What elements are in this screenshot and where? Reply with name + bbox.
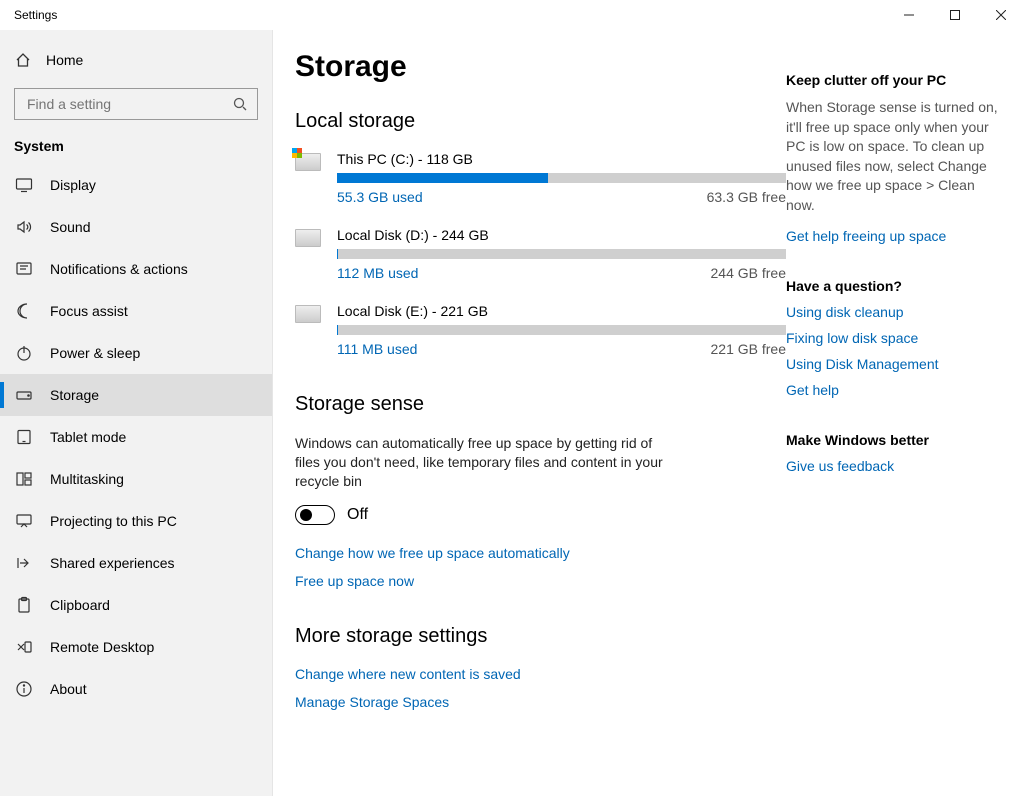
nav-remote-desktop[interactable]: Remote Desktop [0, 626, 272, 668]
drive-e[interactable]: Local Disk (E:) - 221 GB 111 MB used 221… [295, 303, 786, 357]
drive-name: Local Disk (D:) - 244 GB [337, 227, 786, 243]
drive-name: Local Disk (E:) - 221 GB [337, 303, 786, 319]
help-pane: Keep clutter off your PC When Storage se… [786, 30, 1024, 796]
drive-usage-bar [337, 173, 786, 183]
sidebar: Home System Display Sound [0, 30, 273, 796]
nav-label: Remote Desktop [50, 639, 154, 655]
nav-list: Display Sound Notifications & actions Fo… [0, 164, 272, 710]
page-title: Storage [295, 50, 786, 84]
storage-sense-heading: Storage sense [295, 393, 786, 416]
drive-d[interactable]: Local Disk (D:) - 244 GB 112 MB used 244… [295, 227, 786, 281]
link-low-disk-space[interactable]: Fixing low disk space [786, 330, 1006, 346]
drive-free: 63.3 GB free [707, 189, 786, 205]
search-box[interactable] [14, 88, 258, 120]
nav-storage[interactable]: Storage [0, 374, 272, 416]
minimize-button[interactable] [886, 0, 932, 30]
home-button[interactable]: Home [0, 40, 272, 80]
drive-c[interactable]: This PC (C:) - 118 GB 55.3 GB used 63.3 … [295, 151, 786, 205]
clipboard-icon [14, 596, 34, 614]
nav-multitasking[interactable]: Multitasking [0, 458, 272, 500]
drive-icon [295, 227, 325, 281]
nav-shared-experiences[interactable]: Shared experiences [0, 542, 272, 584]
shared-icon [14, 554, 34, 572]
drive-used: 112 MB used [337, 265, 418, 281]
drive-free: 244 GB free [711, 265, 787, 281]
nav-sound[interactable]: Sound [0, 206, 272, 248]
about-icon [14, 680, 34, 698]
help-text-clutter: When Storage sense is turned on, it'll f… [786, 98, 1006, 216]
nav-label: Projecting to this PC [50, 513, 177, 529]
multitasking-icon [14, 470, 34, 488]
nav-projecting[interactable]: Projecting to this PC [0, 500, 272, 542]
nav-notifications[interactable]: Notifications & actions [0, 248, 272, 290]
help-title-make-better: Make Windows better [786, 432, 1006, 448]
link-free-up-now[interactable]: Free up space now [295, 573, 786, 589]
link-change-content-saved[interactable]: Change where new content is saved [295, 666, 786, 682]
link-disk-management[interactable]: Using Disk Management [786, 356, 1006, 372]
nav-label: Focus assist [50, 303, 128, 319]
drive-icon [295, 303, 325, 357]
more-storage-heading: More storage settings [295, 625, 786, 648]
focus-assist-icon [14, 302, 34, 320]
nav-about[interactable]: About [0, 668, 272, 710]
link-disk-cleanup[interactable]: Using disk cleanup [786, 304, 1006, 320]
sound-icon [14, 218, 34, 236]
nav-label: Sound [50, 219, 90, 235]
main-content: Storage Local storage This PC (C:) - 118… [273, 30, 786, 796]
power-icon [14, 344, 34, 362]
section-label: System [0, 138, 272, 164]
storage-icon [14, 386, 34, 404]
link-help-freeing-space[interactable]: Get help freeing up space [786, 228, 1006, 244]
nav-label: About [50, 681, 87, 697]
window-title: Settings [14, 8, 57, 22]
title-bar: Settings [0, 0, 1024, 30]
maximize-button[interactable] [932, 0, 978, 30]
nav-label: Notifications & actions [50, 261, 188, 277]
drive-name: This PC (C:) - 118 GB [337, 151, 786, 167]
nav-label: Multitasking [50, 471, 124, 487]
link-manage-storage-spaces[interactable]: Manage Storage Spaces [295, 694, 786, 710]
remote-desktop-icon [14, 638, 34, 656]
drive-icon [295, 151, 325, 205]
nav-clipboard[interactable]: Clipboard [0, 584, 272, 626]
drive-used: 111 MB used [337, 341, 417, 357]
storage-sense-toggle[interactable] [295, 505, 335, 525]
tablet-icon [14, 428, 34, 446]
close-button[interactable] [978, 0, 1024, 30]
nav-tablet-mode[interactable]: Tablet mode [0, 416, 272, 458]
toggle-state-label: Off [347, 506, 368, 524]
drive-usage-bar [337, 249, 786, 259]
help-title-question: Have a question? [786, 278, 1006, 294]
nav-label: Clipboard [50, 597, 110, 613]
nav-focus-assist[interactable]: Focus assist [0, 290, 272, 332]
projecting-icon [14, 512, 34, 530]
search-icon [233, 97, 247, 111]
link-give-feedback[interactable]: Give us feedback [786, 458, 1006, 474]
drive-used: 55.3 GB used [337, 189, 423, 205]
display-icon [14, 176, 34, 194]
drive-usage-bar [337, 325, 786, 335]
nav-label: Shared experiences [50, 555, 175, 571]
nav-power-sleep[interactable]: Power & sleep [0, 332, 272, 374]
help-title-clutter: Keep clutter off your PC [786, 72, 1006, 88]
home-icon [14, 52, 32, 68]
drive-free: 221 GB free [711, 341, 787, 357]
nav-label: Display [50, 177, 96, 193]
notifications-icon [14, 260, 34, 278]
nav-label: Tablet mode [50, 429, 126, 445]
storage-sense-desc: Windows can automatically free up space … [295, 434, 665, 491]
home-label: Home [46, 52, 83, 68]
search-input[interactable] [25, 95, 233, 113]
local-storage-heading: Local storage [295, 110, 786, 133]
link-get-help[interactable]: Get help [786, 382, 1006, 398]
nav-label: Storage [50, 387, 99, 403]
nav-label: Power & sleep [50, 345, 140, 361]
link-change-free-up[interactable]: Change how we free up space automaticall… [295, 545, 786, 561]
nav-display[interactable]: Display [0, 164, 272, 206]
